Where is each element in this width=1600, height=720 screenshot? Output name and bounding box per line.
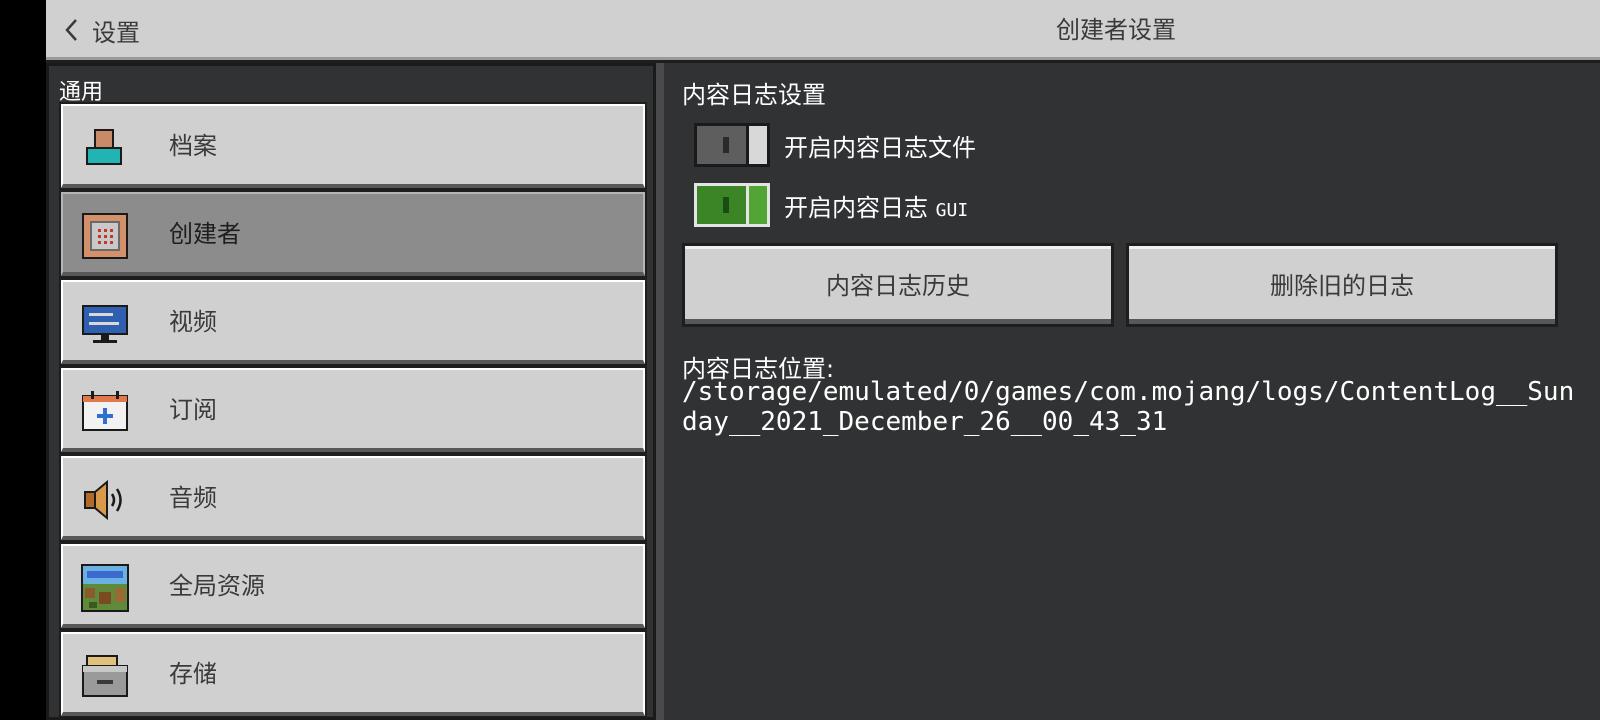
sidebar-item-label: 音频 (169, 484, 217, 512)
profile-icon (86, 129, 122, 165)
sidebar-item-label: 订阅 (169, 396, 217, 424)
sidebar-item-global-resources[interactable]: 全局资源 (61, 544, 645, 628)
back-label: 设置 (92, 18, 140, 47)
sidebar-item-label: 创建者 (169, 220, 241, 248)
content-log-gui-label-suffix: GUI (935, 199, 969, 221)
content-log-gui-label: 开启内容日志 GUI (784, 188, 968, 223)
toggle-knob (746, 123, 770, 167)
back-button[interactable]: 设置 (64, 10, 140, 50)
settings-sidebar: 通用 档案 创建者 视频 订阅 音频 全局资源 存储 (46, 63, 656, 720)
sidebar-item-label: 档案 (169, 132, 217, 160)
storage-icon (82, 655, 128, 697)
column-divider (656, 63, 664, 720)
sidebar-item-video[interactable]: 视频 (61, 280, 645, 364)
toggle-on-indicator (723, 197, 729, 213)
sidebar-item-label: 全局资源 (169, 572, 265, 600)
sidebar-item-audio[interactable]: 音频 (61, 456, 645, 540)
content-log-heading: 内容日志设置 (682, 81, 826, 109)
sidebar-item-label: 存储 (169, 660, 217, 688)
section-label-general: 通用 (59, 80, 104, 105)
delete-old-logs-button[interactable]: 删除旧的日志 (1126, 243, 1558, 327)
toggle-off-indicator (723, 137, 729, 153)
sidebar-item-creator[interactable]: 创建者 (61, 192, 645, 276)
content-log-location-path: /storage/emulated/0/games/com.mojang/log… (682, 377, 1575, 437)
monitor-icon (82, 305, 128, 343)
content-log-gui-toggle[interactable] (694, 183, 770, 227)
top-bar: 设置 创建者设置 (46, 0, 1600, 60)
page-title: 创建者设置 (1056, 16, 1176, 44)
content-log-file-toggle-row[interactable]: 开启内容日志文件 (694, 121, 976, 169)
sidebar-item-label: 视频 (169, 308, 217, 336)
toggle-knob (746, 183, 770, 227)
content-panel: 内容日志设置 开启内容日志文件 开启内容日志 GUI 内容日志历史 删除旧的日志… (664, 63, 1600, 720)
content-log-gui-toggle-row[interactable]: 开启内容日志 GUI (694, 181, 968, 229)
content-log-file-toggle[interactable] (694, 123, 770, 167)
content-log-history-button[interactable]: 内容日志历史 (682, 243, 1114, 327)
chevron-left-icon (65, 19, 77, 41)
command-block-icon (82, 213, 128, 259)
content-log-gui-label-text: 开启内容日志 (784, 193, 936, 222)
content-log-file-label: 开启内容日志文件 (784, 133, 976, 162)
app-frame: 设置 创建者设置 通用 档案 创建者 视频 订阅 音频 全局资源 存储 内容日志… (46, 0, 1600, 720)
sidebar-item-subscriptions[interactable]: 订阅 (61, 368, 645, 452)
sidebar-item-profile[interactable]: 档案 (61, 104, 645, 188)
speaker-icon (84, 479, 122, 521)
sidebar-item-storage[interactable]: 存储 (61, 632, 645, 716)
resource-pack-icon (81, 564, 129, 612)
subscription-icon (82, 391, 128, 431)
